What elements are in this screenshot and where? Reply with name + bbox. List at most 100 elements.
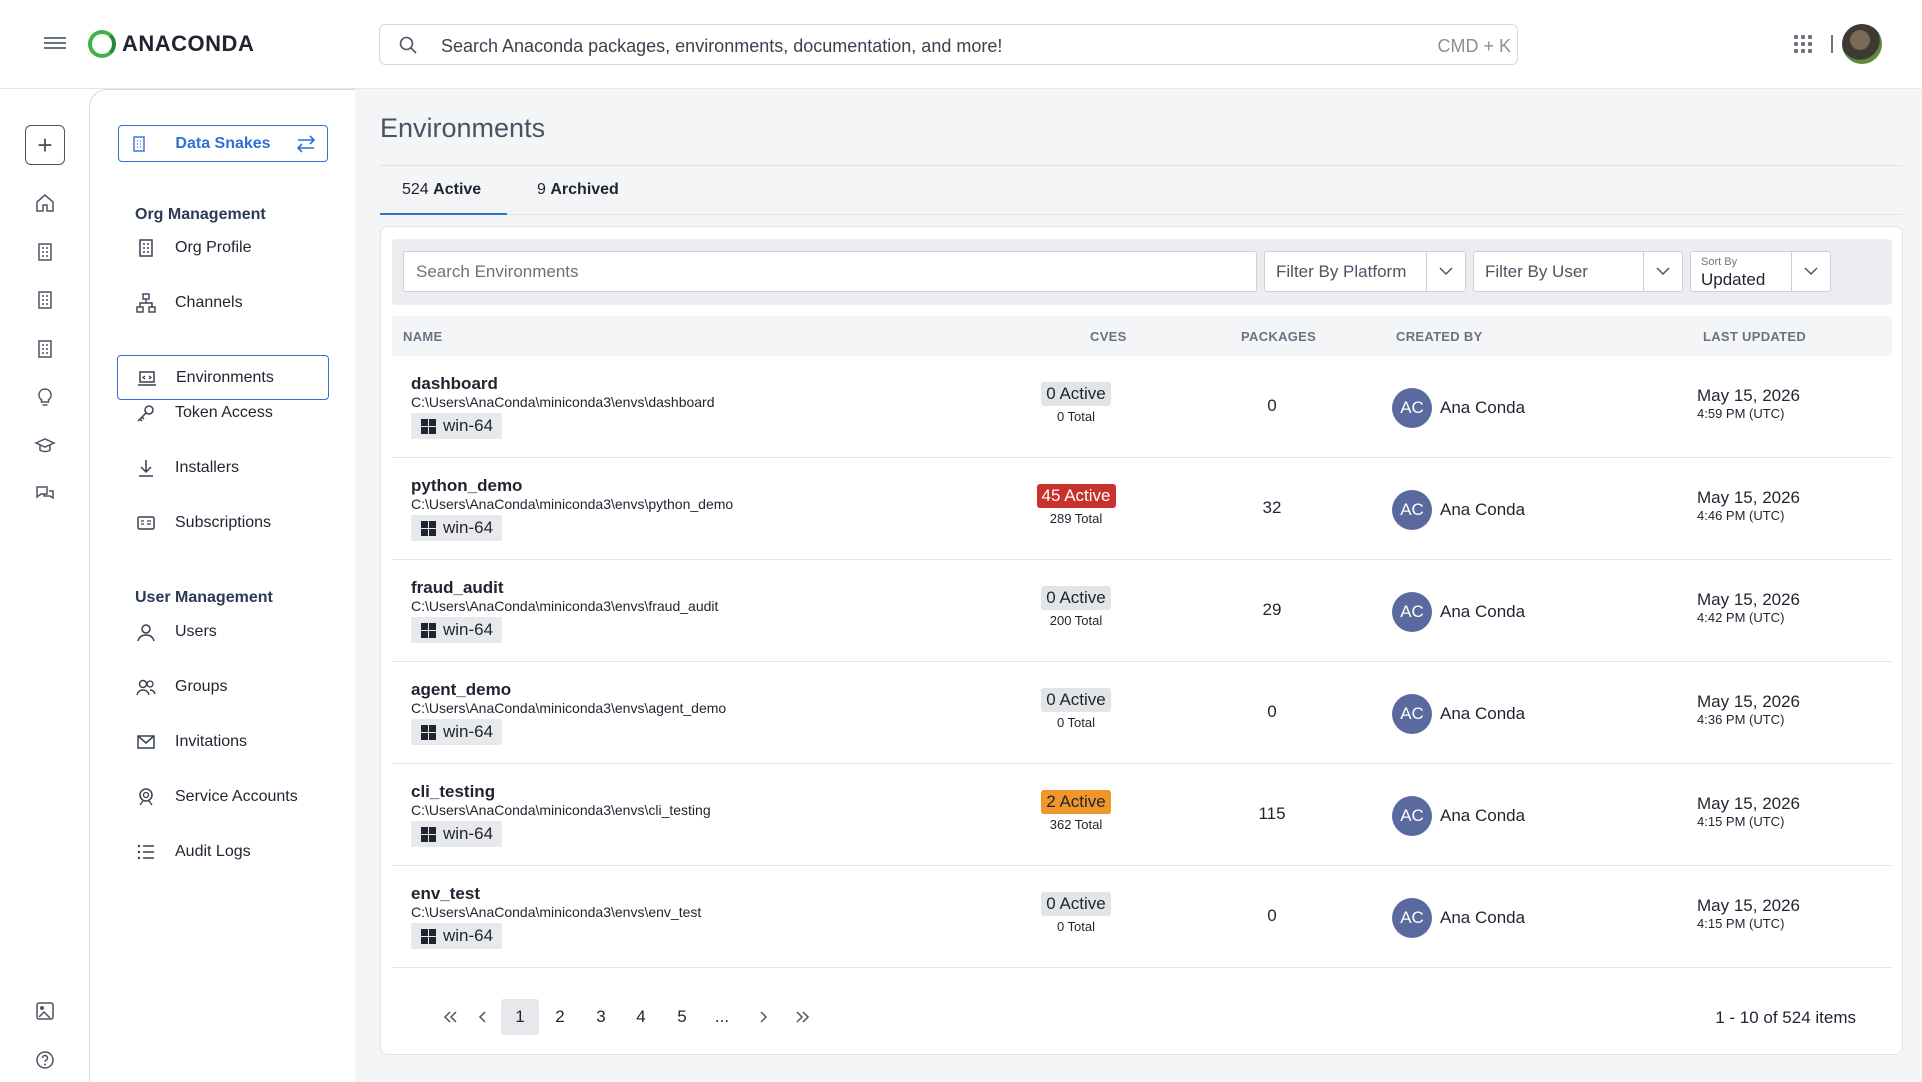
windows-icon — [421, 521, 436, 536]
page-button-2[interactable]: 2 — [541, 999, 579, 1035]
environments-card: Search Environments Filter By Platform F… — [380, 226, 1903, 1055]
package-count: 32 — [1262, 498, 1282, 517]
building-icon[interactable] — [34, 338, 56, 360]
table-row[interactable]: dashboard C:\Users\AnaConda\miniconda3\en… — [392, 356, 1892, 458]
sidebar-item-label: Users — [175, 622, 217, 640]
table-row[interactable]: cli_testing C:\Users\AnaConda\miniconda3\… — [392, 764, 1892, 866]
home-icon[interactable] — [34, 192, 56, 214]
sidebar-item-token-access[interactable]: Token Access — [117, 390, 329, 435]
cve-total: 362 Total — [1049, 817, 1103, 832]
page-button-3[interactable]: 3 — [582, 999, 620, 1035]
sidebar-item-installers[interactable]: Installers — [117, 445, 329, 490]
avatar: AC — [1392, 490, 1432, 530]
swap-icon — [296, 135, 316, 153]
platform-label: win-64 — [443, 722, 494, 741]
org-switcher-button[interactable]: Data Snakes — [118, 125, 328, 162]
building-icon[interactable] — [34, 241, 56, 263]
sidebar-item-groups[interactable]: Groups — [117, 664, 329, 709]
created-by: AC Ana Conda — [1392, 694, 1525, 734]
cve-cell: 0 Active 0 Total — [1016, 866, 1136, 934]
filter-platform-placeholder: Filter By Platform — [1276, 262, 1407, 281]
cve-active-badge[interactable]: 0 Active — [1041, 892, 1111, 916]
sidebar-item-invitations[interactable]: Invitations — [117, 719, 329, 764]
plus-icon[interactable]: + — [25, 125, 65, 165]
created-by: AC Ana Conda — [1392, 388, 1525, 428]
sidebar-item-label: Installers — [175, 458, 240, 476]
environment-name[interactable]: cli_testing — [411, 782, 495, 802]
cve-active-badge[interactable]: 45 Active — [1036, 484, 1116, 508]
prev-page-button[interactable] — [464, 999, 502, 1035]
created-by: AC Ana Conda — [1392, 796, 1525, 836]
search-environments-input[interactable]: Search Environments — [403, 251, 1257, 292]
image-icon[interactable] — [34, 1000, 56, 1022]
sidebar-item-org-profile[interactable]: Org Profile — [117, 225, 329, 270]
chevron-right-icon — [760, 1011, 768, 1023]
cve-total: 0 Total — [1056, 919, 1096, 934]
org-sidebar: Data Snakes Org Management Org Profile C… — [89, 89, 355, 1082]
table-row[interactable]: agent_demo C:\Users\AnaConda\miniconda3\e… — [392, 662, 1892, 764]
column-header-created-by[interactable]: CREATED BY — [1396, 329, 1483, 344]
cve-active-badge[interactable]: 0 Active — [1041, 586, 1111, 610]
apps-grid-icon[interactable] — [1794, 35, 1812, 53]
platform-label: win-64 — [443, 518, 494, 537]
creator-name: Ana Conda — [1440, 704, 1526, 723]
avatar: AC — [1392, 796, 1432, 836]
help-icon[interactable] — [34, 1049, 56, 1071]
cve-total: 0 Total — [1056, 409, 1096, 424]
page-button-5[interactable]: 5 — [663, 999, 701, 1035]
page-button-4[interactable]: 4 — [622, 999, 660, 1035]
platform-label: win-64 — [443, 620, 494, 639]
sort-by-select[interactable]: Sort By Updated — [1690, 251, 1831, 292]
filter-user-select[interactable]: Filter By User — [1473, 251, 1683, 292]
environment-name[interactable]: dashboard — [411, 374, 498, 394]
environment-name[interactable]: env_test — [411, 884, 480, 904]
last-updated-time: 4:36 PM (UTC) — [1697, 712, 1785, 727]
environment-name[interactable]: agent_demo — [411, 680, 511, 700]
sidebar-item-channels[interactable]: Channels — [117, 280, 329, 325]
user-avatar[interactable] — [1842, 24, 1882, 64]
next-page-button[interactable] — [744, 999, 782, 1035]
cve-active-badge[interactable]: 0 Active — [1041, 382, 1111, 406]
column-header-packages[interactable]: PACKAGES — [1241, 329, 1316, 344]
table-row[interactable]: python_demo C:\Users\AnaConda\miniconda3\… — [392, 458, 1892, 560]
chevrons-left-icon — [443, 1011, 457, 1023]
sidebar-item-audit-logs[interactable]: Audit Logs — [117, 829, 329, 874]
environment-path: C:\Users\AnaConda\miniconda3\envs\dashbo… — [411, 394, 715, 410]
sidebar-item-label: Invitations — [175, 732, 248, 750]
menu-icon[interactable] — [44, 34, 66, 54]
channels-icon — [135, 292, 157, 314]
sidebar-item-users[interactable]: Users — [117, 609, 329, 654]
filter-platform-select[interactable]: Filter By Platform — [1264, 251, 1466, 292]
graduation-cap-icon[interactable] — [34, 435, 56, 457]
sidebar-item-service-accounts[interactable]: Service Accounts — [117, 774, 329, 819]
sidebar-item-subscriptions[interactable]: Subscriptions — [117, 500, 329, 545]
search-icon — [399, 36, 417, 54]
platform-badge: win-64 — [411, 617, 503, 643]
tab-active[interactable]: 524 Active — [402, 181, 481, 199]
chat-icon[interactable] — [34, 483, 56, 505]
anaconda-logo[interactable]: ANACONDA — [88, 30, 254, 58]
cve-total: 289 Total — [1049, 511, 1103, 526]
table-row[interactable]: fraud_audit C:\Users\AnaConda\miniconda3\… — [392, 560, 1892, 662]
last-page-button[interactable] — [784, 999, 822, 1035]
page-button-1[interactable]: 1 — [501, 999, 539, 1035]
page-ellipsis[interactable]: ... — [703, 999, 741, 1035]
tab-label: Active — [433, 181, 482, 198]
avatar: AC — [1392, 694, 1432, 734]
cve-active-badge[interactable]: 0 Active — [1041, 688, 1111, 712]
platform-badge: win-64 — [411, 413, 503, 439]
tab-archived[interactable]: 9 Archived — [537, 181, 619, 199]
last-updated-time: 4:46 PM (UTC) — [1697, 508, 1785, 523]
lightbulb-icon[interactable] — [34, 386, 56, 408]
column-header-cves[interactable]: CVES — [1090, 329, 1127, 344]
global-search-input[interactable]: Search Anaconda packages, environments, … — [379, 24, 1518, 65]
table-row[interactable]: env_test C:\Users\AnaConda\miniconda3\env… — [392, 866, 1892, 968]
environment-name[interactable]: python_demo — [411, 476, 522, 496]
building-icon[interactable] — [34, 289, 56, 311]
column-header-name[interactable]: NAME — [403, 329, 442, 344]
cve-active-badge[interactable]: 2 Active — [1041, 790, 1111, 814]
key-icon — [135, 402, 157, 424]
list-icon — [135, 841, 157, 863]
column-header-last-updated[interactable]: LAST UPDATED — [1703, 329, 1806, 344]
environment-name[interactable]: fraud_audit — [411, 578, 504, 598]
